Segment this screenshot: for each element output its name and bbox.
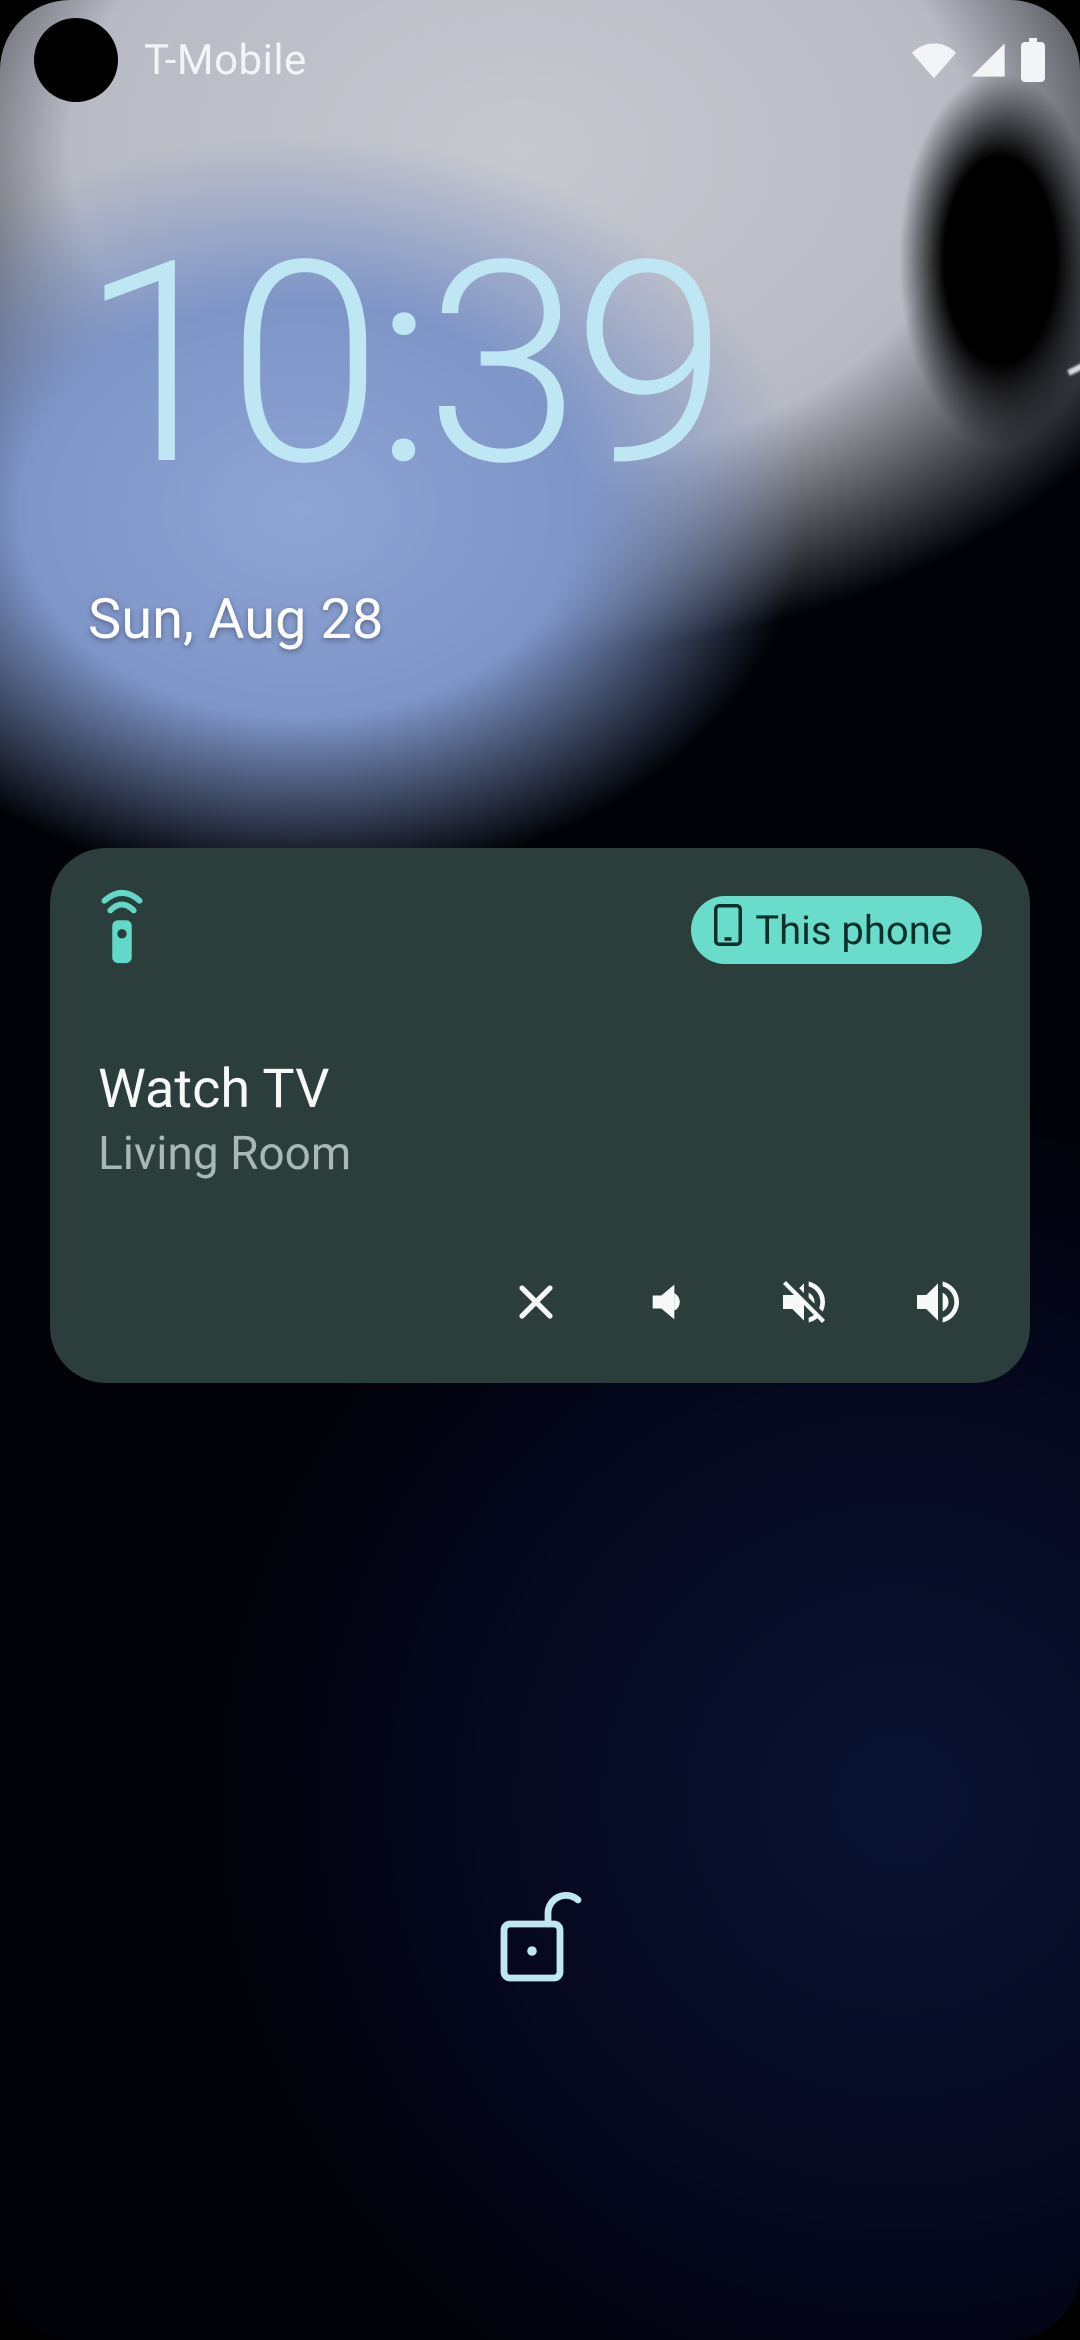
remote-icon — [98, 889, 146, 971]
battery-icon — [1020, 38, 1046, 82]
output-device-label: This phone — [755, 907, 952, 954]
mute-button[interactable] — [774, 1273, 834, 1333]
close-icon — [512, 1278, 560, 1329]
close-button[interactable] — [506, 1273, 566, 1333]
wifi-icon — [912, 38, 956, 82]
volume-up-icon — [910, 1274, 966, 1333]
media-title: Watch TV — [98, 1058, 982, 1121]
lockscreen-clock: 10:39 — [80, 225, 720, 505]
volume-up-button[interactable] — [908, 1273, 968, 1333]
unlock-indicator[interactable] — [498, 1888, 582, 1988]
carrier-label: T-Mobile — [144, 36, 307, 85]
phone-icon — [713, 904, 743, 956]
output-device-chip[interactable]: This phone — [691, 896, 982, 964]
unlock-icon — [498, 1969, 582, 1988]
media-notification-card[interactable]: This phone Watch TV Living Room — [50, 848, 1030, 1383]
status-bar: T-Mobile — [0, 0, 1080, 120]
media-actions — [98, 1273, 982, 1333]
volume-mute-icon — [776, 1274, 832, 1333]
volume-down-icon — [644, 1276, 696, 1331]
lockscreen-date: Sun, Aug 28 — [88, 586, 383, 652]
media-subtitle: Living Room — [98, 1127, 982, 1181]
cell-signal-icon — [968, 40, 1008, 80]
camera-punch-hole — [34, 18, 118, 102]
volume-down-button[interactable] — [640, 1273, 700, 1333]
